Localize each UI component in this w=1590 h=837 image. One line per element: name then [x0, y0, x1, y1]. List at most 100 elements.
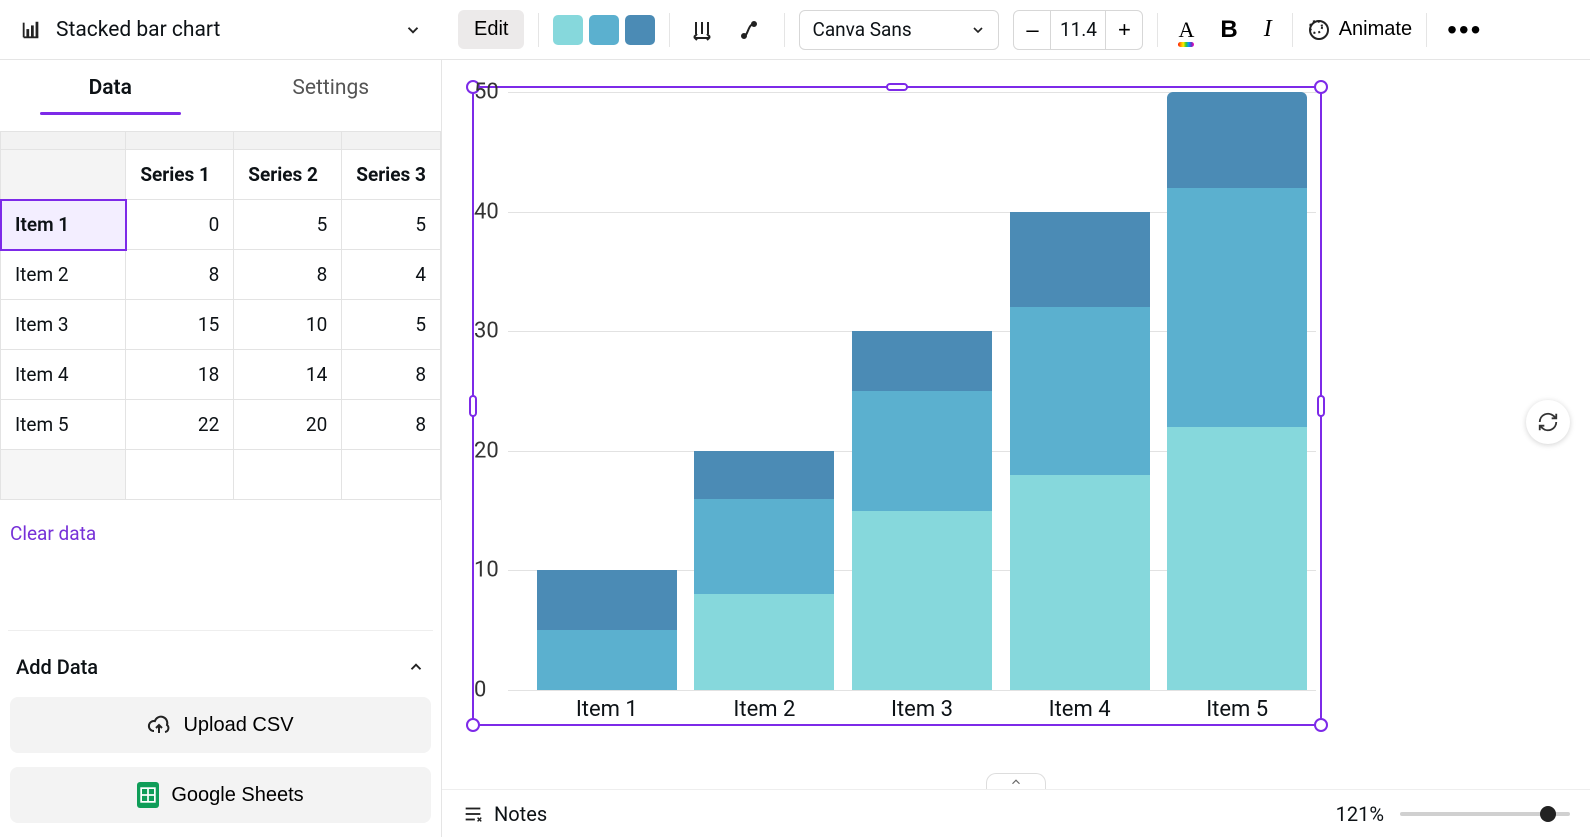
- x-tick: Item 2: [694, 697, 834, 722]
- cell[interactable]: 18: [126, 350, 234, 400]
- row-label[interactable]: Item 5: [1, 400, 126, 450]
- series-header[interactable]: Series 2: [234, 150, 342, 200]
- bar-column: [694, 92, 834, 690]
- bar-segment: [1167, 92, 1307, 188]
- cell[interactable]: 5: [234, 200, 342, 250]
- cell[interactable]: 5: [342, 300, 441, 350]
- clear-data-link[interactable]: Clear data: [0, 500, 441, 567]
- y-tick: 50: [474, 80, 504, 105]
- table-row: Item 522208: [1, 400, 441, 450]
- row-label[interactable]: Item 1: [1, 200, 126, 250]
- cell[interactable]: 8: [234, 250, 342, 300]
- refresh-button[interactable]: [1526, 400, 1570, 444]
- table-row: Item 315105: [1, 300, 441, 350]
- separator: [1157, 13, 1158, 47]
- bar-segment: [1167, 188, 1307, 427]
- bold-button[interactable]: B: [1214, 10, 1243, 50]
- bar-column: [1167, 92, 1307, 690]
- resize-handle[interactable]: [469, 395, 477, 417]
- color-swatch-3[interactable]: [625, 15, 655, 45]
- chevron-down-icon[interactable]: [404, 21, 422, 39]
- tab-settings[interactable]: Settings: [221, 60, 442, 131]
- cell[interactable]: 8: [342, 400, 441, 450]
- edit-button[interactable]: Edit: [458, 10, 524, 49]
- color-swatch-2[interactable]: [589, 15, 619, 45]
- cell[interactable]: 8: [126, 250, 234, 300]
- font-size-decrease[interactable]: –: [1014, 11, 1050, 49]
- separator: [538, 13, 539, 47]
- add-data-heading[interactable]: Add Data: [10, 645, 431, 697]
- upload-csv-button[interactable]: Upload CSV: [10, 697, 431, 753]
- font-size-increase[interactable]: +: [1106, 11, 1142, 49]
- cell[interactable]: 14: [234, 350, 342, 400]
- x-tick: Item 4: [1010, 697, 1150, 722]
- expand-panel-handle[interactable]: [986, 773, 1046, 789]
- resize-handle[interactable]: [466, 718, 480, 732]
- row-label[interactable]: Item 2: [1, 250, 126, 300]
- cell[interactable]: 8: [342, 350, 441, 400]
- chart-type-title[interactable]: Stacked bar chart: [56, 18, 220, 42]
- resize-handle[interactable]: [1314, 80, 1328, 94]
- table-row: Item 418148: [1, 350, 441, 400]
- bar-segment: [852, 391, 992, 511]
- y-tick: 10: [474, 558, 504, 583]
- separator: [784, 13, 785, 47]
- google-sheets-icon: [137, 782, 159, 808]
- bar-segment: [852, 331, 992, 391]
- bar-column: [852, 92, 992, 690]
- line-smoothing-icon[interactable]: [734, 12, 770, 48]
- cell[interactable]: 10: [234, 300, 342, 350]
- cloud-upload-icon: [147, 713, 171, 737]
- x-tick: Item 5: [1167, 697, 1307, 722]
- zoom-value[interactable]: 121%: [1336, 802, 1384, 826]
- series-header[interactable]: Series 3: [342, 150, 441, 200]
- row-label[interactable]: Item 4: [1, 350, 126, 400]
- left-panel: Data Settings Series 1Series 2Series 3 It…: [0, 60, 442, 837]
- bar-segment: [694, 594, 834, 690]
- data-table[interactable]: Series 1Series 2Series 3Item 1055Item 28…: [0, 131, 441, 500]
- x-tick: Item 3: [852, 697, 992, 722]
- google-sheets-button[interactable]: Google Sheets: [10, 767, 431, 823]
- panel-tabs: Data Settings: [0, 60, 441, 131]
- font-size-value[interactable]: 11.4: [1050, 11, 1106, 49]
- resize-handle[interactable]: [1317, 395, 1325, 417]
- table-row: Item 2884: [1, 250, 441, 300]
- stacked-bar-chart: 01020304050: [508, 92, 1316, 690]
- stacked-bar-icon: [20, 19, 42, 41]
- cell[interactable]: 22: [126, 400, 234, 450]
- series-header[interactable]: Series 1: [126, 150, 234, 200]
- bar-segment: [1010, 307, 1150, 474]
- cell[interactable]: 0: [126, 200, 234, 250]
- bar-segment: [852, 511, 992, 690]
- cell[interactable]: 15: [126, 300, 234, 350]
- y-tick: 30: [474, 319, 504, 344]
- notes-button[interactable]: Notes: [462, 802, 547, 826]
- more-options-button[interactable]: •••: [1441, 19, 1488, 41]
- color-spectrum-bar: [1178, 42, 1194, 47]
- bar-segment: [1010, 212, 1150, 308]
- x-tick: Item 1: [537, 697, 677, 722]
- separator: [1426, 13, 1427, 47]
- y-tick: 0: [474, 678, 504, 703]
- y-tick: 20: [474, 438, 504, 463]
- tab-data[interactable]: Data: [0, 60, 221, 131]
- animate-button[interactable]: Animate: [1307, 18, 1412, 42]
- cell[interactable]: 20: [234, 400, 342, 450]
- cell[interactable]: 5: [342, 200, 441, 250]
- italic-button[interactable]: I: [1258, 10, 1278, 49]
- resize-handle[interactable]: [886, 83, 908, 91]
- canvas-area[interactable]: 01020304050 Item 1 Item 2 Item 3 Item 4 Item…: [442, 60, 1590, 837]
- cell[interactable]: 4: [342, 250, 441, 300]
- font-select[interactable]: Canva Sans: [799, 10, 999, 50]
- separator: [669, 13, 670, 47]
- zoom-slider[interactable]: [1400, 812, 1570, 816]
- resize-handle[interactable]: [1314, 718, 1328, 732]
- top-toolbar: Stacked bar chart Edit Canva Sans – 11.4: [0, 0, 1590, 60]
- text-color-button[interactable]: A: [1172, 11, 1200, 49]
- row-label[interactable]: Item 3: [1, 300, 126, 350]
- bar-spacing-icon[interactable]: [684, 12, 720, 48]
- bar-segment: [694, 451, 834, 499]
- zoom-thumb[interactable]: [1540, 806, 1556, 822]
- color-swatch-1[interactable]: [553, 15, 583, 45]
- selection-frame[interactable]: 01020304050 Item 1 Item 2 Item 3 Item 4 Item…: [472, 86, 1322, 726]
